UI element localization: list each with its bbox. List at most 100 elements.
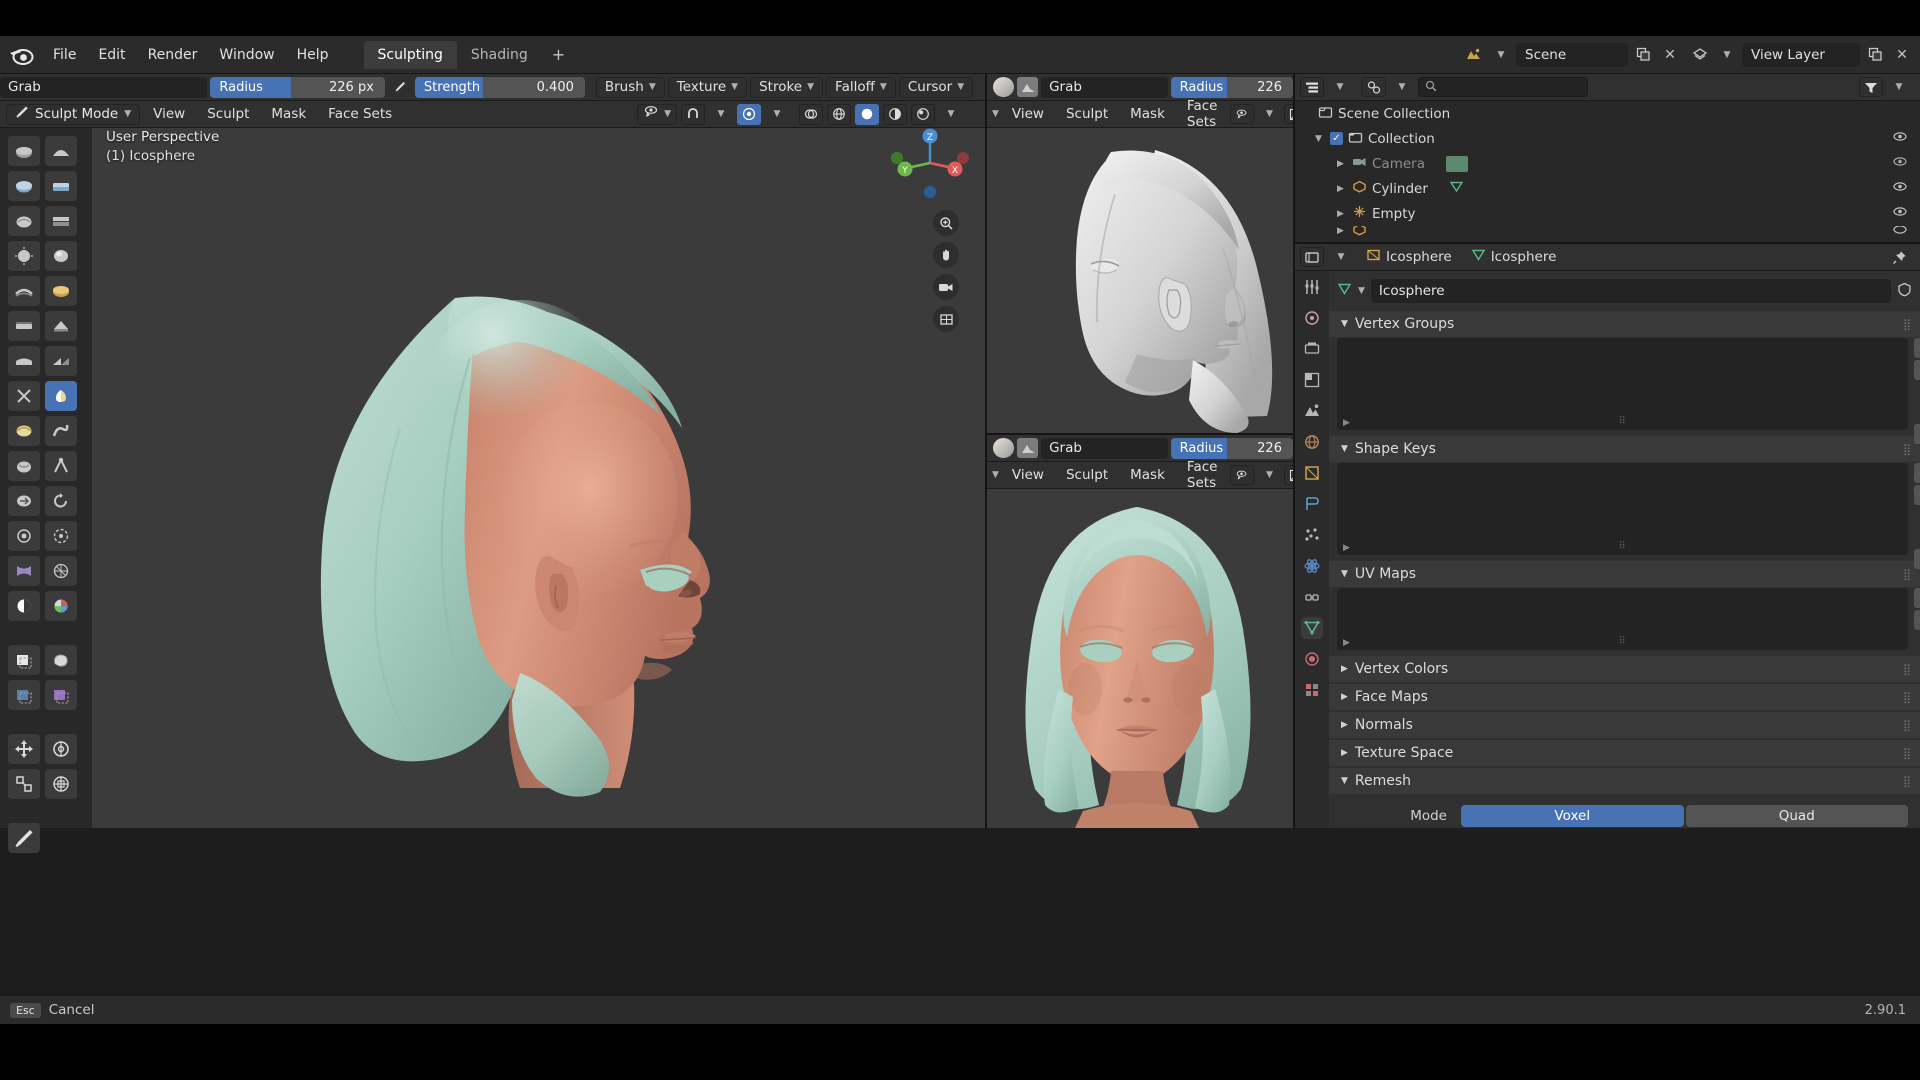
viewport-menu-mask[interactable]: Mask: [262, 104, 315, 124]
drag-dots-icon[interactable]: ⣿: [1903, 747, 1912, 760]
remove-uv-map-button[interactable]: −: [1914, 610, 1920, 630]
outliner-search-input[interactable]: [1418, 77, 1588, 97]
breadcrumb-object-data[interactable]: Icosphere: [1471, 248, 1557, 266]
tool-draw-brush[interactable]: [8, 136, 40, 166]
tab-view-layer[interactable]: [1301, 369, 1323, 391]
secondary-2-collapse-icon[interactable]: ▼: [992, 470, 999, 480]
expand-triangle[interactable]: ▶: [1337, 184, 1347, 194]
eye-icon[interactable]: [1892, 205, 1908, 222]
tab-physics[interactable]: [1301, 555, 1323, 577]
pressure-radius-icon[interactable]: [388, 77, 412, 98]
divider-main-secondary[interactable]: [985, 74, 987, 828]
zoom-icon[interactable]: [933, 210, 959, 236]
chevron-down-icon[interactable]: ▼: [1358, 286, 1365, 296]
eye-icon[interactable]: [1892, 130, 1908, 147]
falloff-popover[interactable]: Falloff ▼: [826, 77, 896, 98]
tool-lasso-mask[interactable]: [45, 645, 77, 675]
orthographic-toggle-icon[interactable]: [933, 306, 959, 332]
menu-file[interactable]: File: [42, 43, 87, 67]
section-remesh[interactable]: ▼ Remesh ⣿: [1329, 768, 1920, 794]
tab-tool[interactable]: [1301, 276, 1323, 298]
camera-icon[interactable]: [933, 274, 959, 300]
collection-checkbox[interactable]: ✓: [1330, 132, 1343, 145]
tool-clay-brush[interactable]: [8, 171, 40, 201]
snap-chevron-icon[interactable]: ▼: [709, 102, 733, 126]
texture-popover[interactable]: Texture ▼: [668, 77, 747, 98]
mode-selector[interactable]: Sculpt Mode ▼: [6, 104, 140, 125]
tool-rotate-brush[interactable]: [45, 486, 77, 516]
secondary-1-menu-view[interactable]: View: [1003, 104, 1053, 124]
tab-material[interactable]: [1301, 648, 1323, 670]
tab-sculpting[interactable]: Sculpting: [364, 41, 457, 69]
pin-icon[interactable]: [1887, 245, 1911, 269]
new-view-layer-icon[interactable]: [1863, 43, 1887, 67]
secondary-1-radius-slider[interactable]: Radius 226: [1171, 77, 1293, 98]
tab-scene[interactable]: [1301, 400, 1323, 422]
tab-render[interactable]: [1301, 307, 1323, 329]
list-expand-icon[interactable]: ▶: [1343, 543, 1350, 553]
add-uv-map-button[interactable]: +: [1914, 588, 1920, 608]
tool-box-hide[interactable]: [8, 680, 40, 710]
drag-dots-icon[interactable]: ⣿: [1903, 443, 1912, 456]
camera-data-swatch[interactable]: [1446, 156, 1468, 172]
tool-box-mask[interactable]: [8, 645, 40, 675]
add-vertex-group-button[interactable]: +: [1914, 338, 1920, 358]
drag-dots-icon[interactable]: ⣿: [1903, 318, 1912, 331]
drag-dots-icon[interactable]: ⣿: [1903, 719, 1912, 732]
tool-pinch-brush[interactable]: [8, 381, 40, 411]
remesh-mode-voxel[interactable]: Voxel: [1461, 805, 1684, 827]
secondary-1-collapse-icon[interactable]: ▼: [992, 109, 999, 119]
radius-slider[interactable]: Radius 226 px: [210, 77, 385, 98]
tool-blob-brush[interactable]: [45, 241, 77, 271]
main-3d-viewport[interactable]: User Perspective (1) Icosphere Z X Y: [0, 128, 985, 828]
viewport-menu-face-sets[interactable]: Face Sets: [319, 104, 401, 124]
outliner-display-icon[interactable]: [1300, 77, 1324, 97]
tool-multiplane-scrape-brush[interactable]: [45, 346, 77, 376]
uv-maps-list[interactable]: ▶ ⠿ + −: [1337, 588, 1908, 650]
list-grip-icon[interactable]: ⠿: [1618, 541, 1626, 552]
chevron-down-icon[interactable]: ▼: [1887, 75, 1911, 99]
tool-nudge-brush[interactable]: [8, 486, 40, 516]
breadcrumb-object[interactable]: Icosphere: [1366, 248, 1452, 266]
chevron-down-icon[interactable]: ▼: [1257, 102, 1281, 126]
menu-edit[interactable]: Edit: [87, 43, 136, 67]
brush-preview-icon[interactable]: [993, 438, 1014, 458]
visibility-popover[interactable]: ▼: [637, 104, 677, 125]
vertex-group-specials-button[interactable]: ˅: [1914, 424, 1920, 444]
strength-slider[interactable]: Strength 0.400: [415, 77, 585, 98]
tab-texture[interactable]: [1301, 679, 1323, 701]
viewport-menu-sculpt[interactable]: Sculpt: [198, 104, 258, 124]
outliner-row-camera[interactable]: ▶ Camera: [1295, 151, 1920, 176]
secondary-1-menu-mask[interactable]: Mask: [1121, 104, 1174, 124]
tool-pose-brush[interactable]: [45, 451, 77, 481]
tool-paint-brush[interactable]: [45, 591, 77, 621]
view-layer-name-field[interactable]: View Layer: [1742, 43, 1860, 67]
tool-snake-hook-brush[interactable]: [45, 416, 77, 446]
tool-smooth-brush[interactable]: [45, 276, 77, 306]
tab-shading[interactable]: Shading: [457, 41, 542, 69]
tab-object[interactable]: [1301, 462, 1323, 484]
tool-inflate-brush[interactable]: [8, 241, 40, 271]
tool-cloth-brush[interactable]: [8, 556, 40, 586]
secondary-2-menu-view[interactable]: View: [1003, 465, 1053, 485]
tool-thumb-brush[interactable]: [8, 451, 40, 481]
outliner-row-scene-collection[interactable]: Scene Collection: [1295, 101, 1920, 126]
pan-hand-icon[interactable]: [933, 242, 959, 268]
solid-shading-icon[interactable]: [855, 104, 879, 125]
texture-preview-icon[interactable]: [1017, 77, 1038, 97]
rendered-shading-icon[interactable]: [911, 104, 935, 125]
object-data-icon[interactable]: [1337, 282, 1352, 300]
divider-between-secondary-viewports[interactable]: [987, 433, 1293, 435]
list-grip-icon[interactable]: ⠿: [1618, 416, 1626, 427]
viewport-menu-view[interactable]: View: [144, 104, 194, 124]
tool-fill-brush[interactable]: [45, 311, 77, 341]
datablock-name-field[interactable]: Icosphere: [1371, 279, 1891, 303]
section-vertex-groups[interactable]: ▼ Vertex Groups ⣿: [1329, 311, 1920, 337]
drag-dots-icon[interactable]: ⣿: [1903, 691, 1912, 704]
funnel-icon[interactable]: [1859, 77, 1883, 97]
outliner-row-collection[interactable]: ▼ ✓ Collection: [1295, 126, 1920, 151]
material-shading-icon[interactable]: [883, 104, 907, 125]
shading-chevron-icon[interactable]: ▼: [939, 102, 963, 126]
snap-magnet-icon[interactable]: [681, 104, 705, 125]
fake-user-shield-icon[interactable]: [1897, 282, 1912, 301]
